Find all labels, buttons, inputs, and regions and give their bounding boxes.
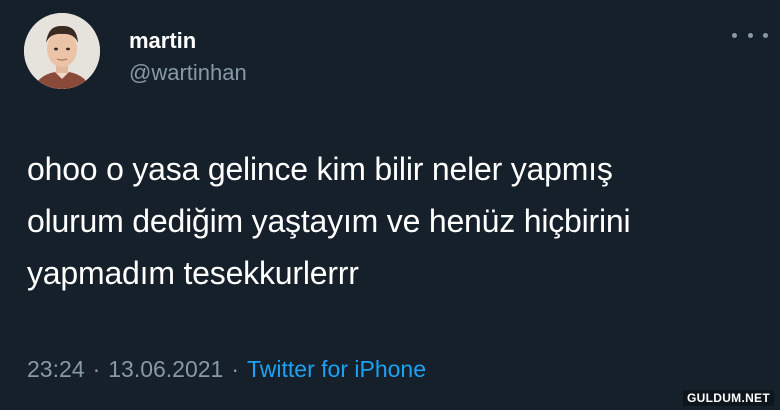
tweet-card: martin @wartinhan ohoo o yasa gelince ki… bbox=[0, 0, 780, 410]
avatar[interactable] bbox=[24, 13, 100, 89]
user-handle[interactable]: @wartinhan bbox=[129, 60, 247, 86]
more-dots-icon[interactable] bbox=[732, 25, 768, 45]
dot bbox=[747, 32, 753, 38]
tweet-date[interactable]: 13.06.2021 bbox=[108, 356, 223, 382]
dot bbox=[732, 32, 737, 38]
dot bbox=[763, 32, 768, 38]
display-name[interactable]: martin bbox=[129, 28, 196, 54]
profile-photo-icon bbox=[24, 13, 100, 89]
tweet-source-link[interactable]: Twitter for iPhone bbox=[247, 356, 426, 382]
tweet-time[interactable]: 23:24 bbox=[27, 356, 85, 382]
meta-separator: · bbox=[92, 356, 101, 382]
tweet-meta: 23:24 · 13.06.2021 · Twitter for iPhone bbox=[27, 356, 426, 383]
meta-separator: · bbox=[231, 356, 240, 382]
tweet-text: ohoo o yasa gelince kim bilir neler yapm… bbox=[27, 151, 631, 291]
watermark: GULDUM.NET bbox=[683, 390, 774, 406]
